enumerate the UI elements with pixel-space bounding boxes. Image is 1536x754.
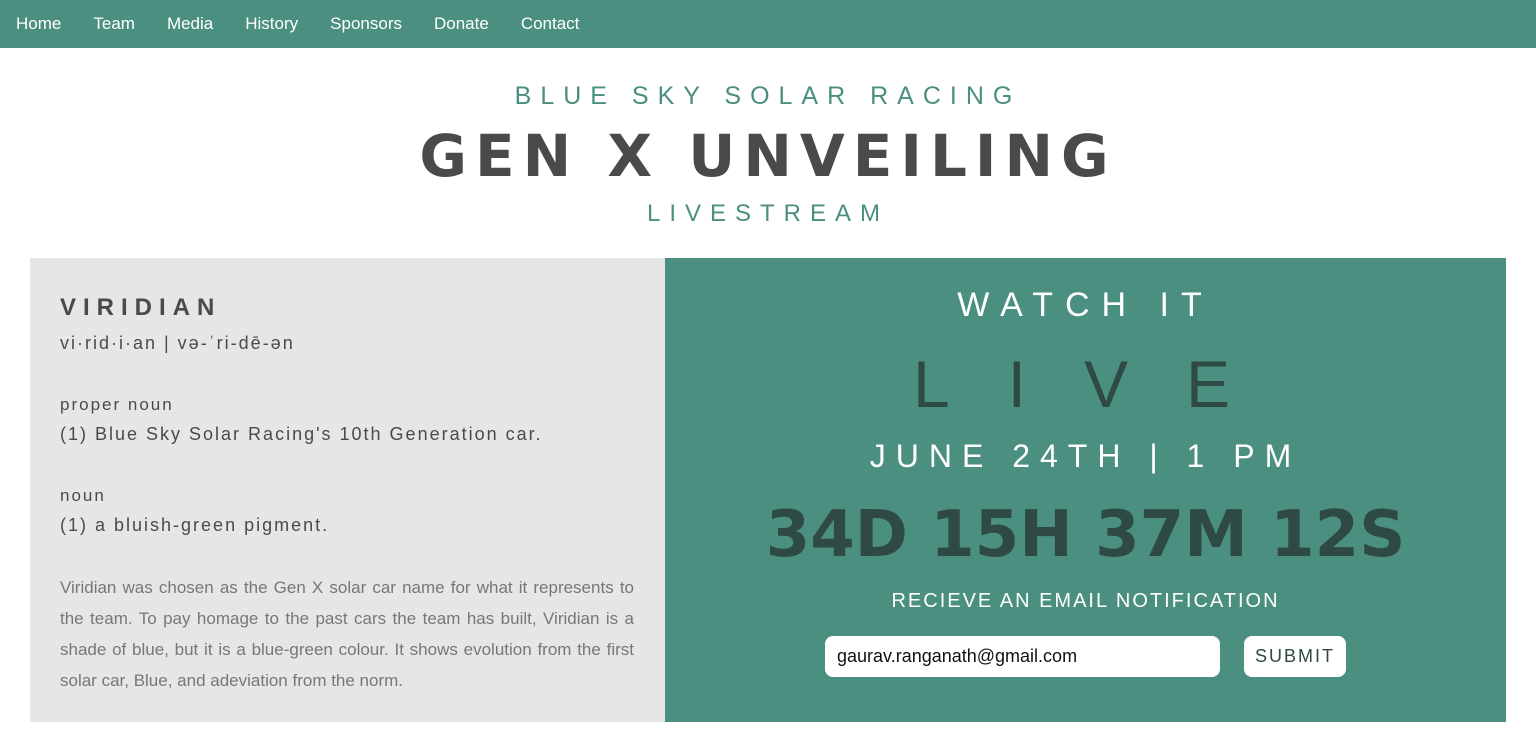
page-subtitle: LIVESTREAM (646, 200, 890, 227)
nav-history[interactable]: History (245, 14, 298, 34)
email-input[interactable] (825, 636, 1220, 677)
event-date: JUNE 24TH | 1 PM (869, 438, 1302, 474)
nav-contact[interactable]: Contact (521, 14, 580, 34)
page-title: GEN X UNVEILING (419, 122, 1117, 190)
nav-donate[interactable]: Donate (434, 14, 489, 34)
definition-description: Viridian was chosen as the Gen X solar c… (60, 578, 634, 690)
definition-panel: VIRIDIAN vi·rid·i·an | və-ˈri-dē-ən prop… (30, 258, 665, 722)
nav-team[interactable]: Team (93, 14, 135, 34)
definition-text-2: (1) a bluish-green pigment. (60, 515, 330, 535)
hero: BLUE SKY SOLAR RACING GEN X UNVEILING LI… (0, 48, 1536, 258)
notification-label: RECIEVE AN EMAIL NOTIFICATION (891, 590, 1280, 612)
watch-heading: WATCH IT (957, 286, 1214, 324)
nav-sponsors[interactable]: Sponsors (330, 14, 402, 34)
nav-home[interactable]: Home (16, 14, 61, 34)
countdown-timer: 34D 15H 37M 12S (765, 498, 1406, 572)
nav-media[interactable]: Media (167, 14, 213, 34)
submit-button[interactable]: SUBMIT (1244, 636, 1346, 677)
org-name: BLUE SKY SOLAR RACING (514, 82, 1022, 110)
definition-pronunciation: vi·rid·i·an | və-ˈri-dē-ən (60, 333, 295, 353)
definition-pos-1: proper noun (60, 395, 174, 414)
top-nav: Home Team Media History Sponsors Donate … (0, 0, 1536, 48)
definition-text-1: (1) Blue Sky Solar Racing's 10th Generat… (60, 424, 543, 444)
definition-pos-2: noun (60, 486, 106, 505)
live-heading: LIVE (912, 347, 1289, 421)
livestream-panel: WATCH IT LIVE JUNE 24TH | 1 PM 34D 15H 3… (665, 258, 1506, 722)
definition-word: VIRIDIAN (60, 294, 222, 321)
